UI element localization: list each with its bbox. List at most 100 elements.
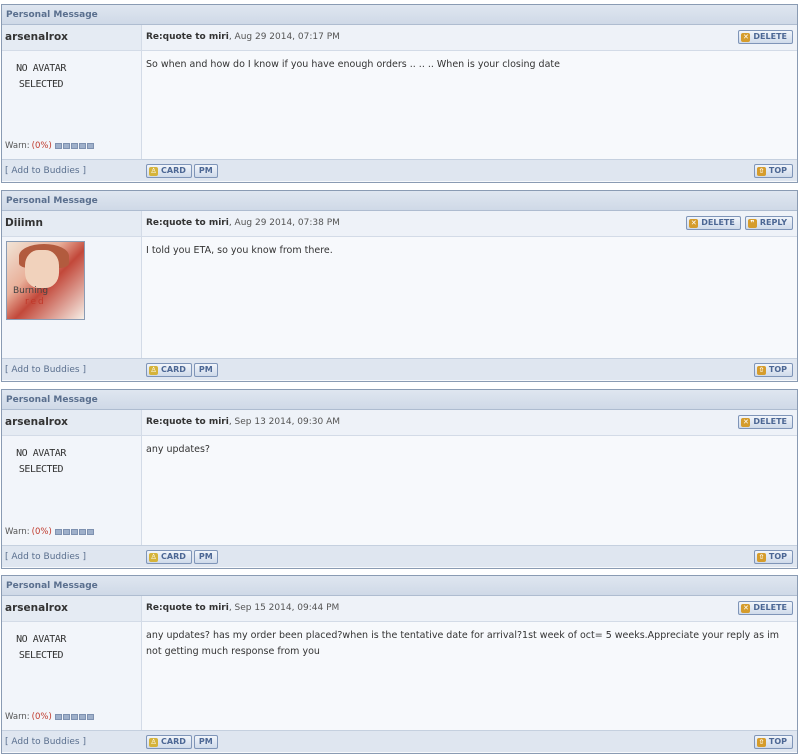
post-meta: Re:quote to miri, Aug 29 2014, 07:38 PM …	[142, 211, 797, 236]
card-label: CARD	[161, 365, 186, 374]
add-to-buddies-link[interactable]: [ Add to Buddies ]	[2, 160, 142, 181]
top-label: TOP	[768, 737, 787, 746]
pm-label: PM	[198, 166, 213, 175]
avatar-text: Burning	[13, 286, 49, 296]
card-button[interactable]: ♙ CARD	[146, 164, 192, 178]
card-label: CARD	[161, 166, 186, 175]
no-avatar: NO AVATAR SELECTED	[12, 61, 70, 93]
pm-button[interactable]: PM	[193, 363, 218, 377]
arrow-up-icon: ⇧	[756, 552, 766, 562]
no-avatar-line2: SELECTED	[18, 79, 64, 90]
delete-label: DELETE	[701, 218, 735, 227]
post-date: , Aug 29 2014, 07:38 PM	[228, 218, 340, 228]
warn-percent: (0%)	[31, 527, 52, 537]
delete-button[interactable]: ✕ DELETE	[738, 601, 793, 615]
add-to-buddies-link[interactable]: [ Add to Buddies ]	[2, 731, 142, 752]
no-avatar-line1: NO AVATAR	[16, 63, 66, 74]
pm-label: PM	[198, 737, 213, 746]
author-sidebar: Burning red	[2, 237, 142, 358]
reply-button[interactable]: ❞ REPLY	[744, 216, 793, 230]
warn-level: Warn: (0%)	[5, 141, 94, 151]
delete-icon: ✕	[741, 603, 751, 613]
top-button[interactable]: ⇧ TOP	[753, 550, 793, 564]
card-button[interactable]: ♙ CARD	[146, 735, 192, 749]
delete-icon: ✕	[741, 32, 751, 42]
card-label: CARD	[161, 552, 186, 561]
arrow-up-icon: ⇧	[756, 365, 766, 375]
author-sidebar: NO AVATAR SELECTED Warn: (0%)	[2, 622, 142, 730]
user-card-icon: ♙	[149, 552, 158, 562]
delete-button[interactable]: ✕ DELETE	[686, 216, 741, 230]
post-date: , Sep 15 2014, 09:44 PM	[228, 603, 340, 613]
add-to-buddies-link[interactable]: [ Add to Buddies ]	[2, 359, 142, 380]
pm-label: PM	[198, 552, 213, 561]
warn-label: Warn:	[5, 141, 30, 151]
no-avatar: NO AVATAR SELECTED	[12, 632, 70, 664]
author-sidebar: NO AVATAR SELECTED Warn: (0%)	[2, 51, 142, 159]
card-button[interactable]: ♙ CARD	[146, 550, 192, 564]
delete-label: DELETE	[753, 603, 787, 612]
user-card-icon: ♙	[149, 737, 158, 747]
delete-button[interactable]: ✕ DELETE	[738, 415, 793, 429]
card-button[interactable]: ♙ CARD	[146, 363, 192, 377]
delete-label: DELETE	[753, 32, 787, 41]
pm-button[interactable]: PM	[193, 164, 218, 178]
post-meta: Re:quote to miri, Sep 13 2014, 09:30 AM …	[142, 410, 797, 435]
delete-icon: ✕	[689, 218, 699, 228]
warn-level: Warn: (0%)	[5, 527, 94, 537]
post-author[interactable]: arsenalrox	[2, 410, 142, 435]
post-subject: Re:quote to miri	[146, 32, 229, 42]
avatar-text2: red	[25, 297, 46, 307]
delete-label: DELETE	[753, 417, 787, 426]
warn-percent: (0%)	[31, 141, 52, 151]
warn-bars	[54, 143, 94, 149]
warn-level: Warn: (0%)	[5, 712, 94, 722]
post-body: So when and how do I know if you have en…	[146, 59, 560, 70]
user-card-icon: ♙	[149, 166, 158, 176]
post-subject: Re:quote to miri	[146, 603, 229, 613]
avatar: Burning red	[6, 241, 85, 320]
delete-button[interactable]: ✕ DELETE	[738, 30, 793, 44]
quote-icon: ❞	[747, 218, 757, 228]
no-avatar-line1: NO AVATAR	[16, 634, 66, 645]
card-label: CARD	[161, 737, 186, 746]
pm-button[interactable]: PM	[193, 550, 218, 564]
top-button[interactable]: ⇧ TOP	[753, 164, 793, 178]
no-avatar-line2: SELECTED	[18, 464, 64, 475]
top-button[interactable]: ⇧ TOP	[753, 735, 793, 749]
section-header: Personal Message	[2, 5, 797, 25]
post-body: any updates? has my order been placed?wh…	[146, 630, 779, 657]
warn-label: Warn:	[5, 527, 30, 537]
arrow-up-icon: ⇧	[756, 737, 766, 747]
pm-label: PM	[198, 365, 213, 374]
arrow-up-icon: ⇧	[756, 166, 766, 176]
reply-label: REPLY	[759, 218, 787, 227]
warn-label: Warn:	[5, 712, 30, 722]
no-avatar-line2: SELECTED	[18, 650, 64, 661]
section-header: Personal Message	[2, 576, 797, 596]
post-3: Personal Message arsenalrox Re:quote to …	[1, 389, 798, 569]
pm-button[interactable]: PM	[193, 735, 218, 749]
post-subject: Re:quote to miri	[146, 218, 229, 228]
top-button[interactable]: ⇧ TOP	[753, 363, 793, 377]
no-avatar-line1: NO AVATAR	[16, 448, 66, 459]
top-label: TOP	[768, 365, 787, 374]
section-header: Personal Message	[2, 390, 797, 410]
add-to-buddies-link[interactable]: [ Add to Buddies ]	[2, 546, 142, 567]
post-author[interactable]: arsenalrox	[2, 25, 142, 50]
warn-bars	[54, 529, 94, 535]
post-date: , Aug 29 2014, 07:17 PM	[228, 32, 340, 42]
section-header: Personal Message	[2, 191, 797, 211]
post-author[interactable]: Diiimn	[2, 211, 142, 236]
warn-bars	[54, 714, 94, 720]
post-meta: Re:quote to miri, Sep 15 2014, 09:44 PM …	[142, 596, 797, 621]
delete-icon: ✕	[741, 417, 751, 427]
post-4: Personal Message arsenalrox Re:quote to …	[1, 575, 798, 754]
author-sidebar: NO AVATAR SELECTED Warn: (0%)	[2, 436, 142, 545]
post-1: Personal Message arsenalrox Re:quote to …	[1, 4, 798, 183]
warn-percent: (0%)	[31, 712, 52, 722]
top-label: TOP	[768, 166, 787, 175]
post-author[interactable]: arsenalrox	[2, 596, 142, 621]
post-body: I told you ETA, so you know from there.	[146, 245, 333, 256]
post-2: Personal Message Diiimn Re:quote to miri…	[1, 190, 798, 382]
